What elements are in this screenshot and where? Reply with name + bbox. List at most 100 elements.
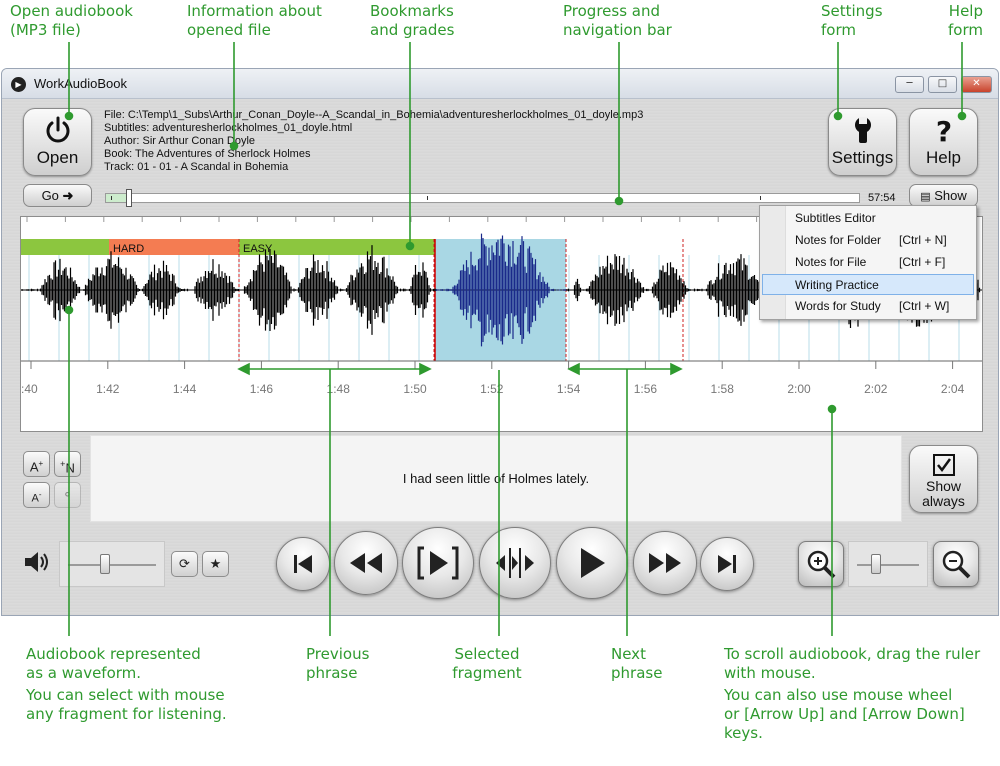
track: Track: 01 - 01 - A Scandal in Bohemia	[104, 161, 289, 173]
settings-button[interactable]: Settings	[828, 108, 897, 176]
tag-icon: ⚬	[62, 487, 73, 502]
play-button[interactable]	[556, 527, 628, 599]
fast-forward-icon	[649, 553, 681, 573]
annotation-line: Information about	[187, 2, 322, 20]
menu-item-subtitles-editor[interactable]: Subtitles Editor	[762, 208, 974, 229]
repeat-button[interactable]: ⟳	[171, 551, 198, 577]
add-note-button[interactable]: +N	[54, 451, 81, 477]
show-always-label-1: Show	[925, 478, 962, 494]
annotation-line: Next	[611, 645, 646, 663]
monitor-icon: ▤	[920, 191, 931, 203]
menu-item-words-study[interactable]: Words for Study [Ctrl + W]	[762, 296, 974, 317]
annotation-selected: Selected fragment	[447, 645, 527, 683]
annotation-line: (MP3 file)	[10, 21, 81, 39]
volume-slider[interactable]	[59, 541, 165, 587]
star-icon: ★	[209, 556, 222, 571]
favorite-button[interactable]: ★	[202, 551, 229, 577]
subtitle-text: I had seen little of Holmes lately.	[402, 471, 590, 486]
annotation-line: navigation bar	[563, 21, 672, 39]
skip-start-icon	[294, 555, 312, 573]
annotation-line: Previous	[306, 645, 370, 663]
add-note-label: N	[65, 460, 75, 476]
ruler-label: 2:02	[864, 382, 888, 396]
go-start-button[interactable]	[276, 537, 330, 591]
menu-item-label: Words for Study	[795, 299, 881, 313]
ruler-label: :40	[21, 382, 38, 396]
go-button[interactable]: Go ➜	[23, 184, 92, 207]
annotation-progress: Progress and navigation bar	[563, 2, 672, 40]
book: Book: The Adventures of Sherlock Holmes	[104, 148, 311, 160]
zoom-out-button[interactable]	[933, 541, 979, 587]
app-icon: ▶	[11, 77, 26, 92]
font-increase-label: A	[29, 459, 39, 475]
zoom-slider[interactable]	[848, 541, 928, 587]
menu-item-notes-folder[interactable]: Notes for Folder [Ctrl + N]	[762, 230, 974, 251]
wrench-icon	[854, 117, 871, 143]
menu-item-label: Notes for File	[795, 255, 867, 269]
zoom-in-icon	[807, 550, 836, 579]
minimize-button[interactable]: ─	[895, 76, 924, 93]
zoom-in-button[interactable]	[798, 541, 844, 587]
help-label: Help	[926, 148, 961, 167]
ruler-label: 1:50	[403, 382, 427, 396]
progress-bar[interactable]	[105, 189, 860, 207]
menu-item-writing-practice[interactable]: Writing Practice	[762, 274, 974, 295]
file-path: File: C:\Temp\1_Subs\Arthur_Conan_Doyle-…	[104, 109, 644, 121]
progress-handle[interactable]	[126, 189, 132, 207]
window-title: WorkAudioBook	[34, 76, 127, 91]
show-button[interactable]: ▤ Show	[909, 184, 978, 207]
ruler-label: 2:00	[787, 382, 811, 396]
annotation-next: Next phrase	[611, 645, 662, 683]
progress-bookmark-tick	[111, 196, 112, 200]
settings-label: Settings	[831, 148, 894, 167]
plus-icon: +	[38, 459, 44, 468]
open-button[interactable]: Open	[23, 108, 92, 176]
grade-label: EASY	[243, 243, 273, 255]
show-always-label-2: always	[922, 493, 965, 509]
annotation-help: Help form	[948, 2, 983, 40]
font-decrease-button[interactable]: A-	[23, 482, 50, 508]
show-label: Show	[934, 188, 967, 203]
menu-item-label: Writing Practice	[795, 278, 879, 292]
annotation-waveform: Audiobook represented as a waveform. You…	[26, 645, 227, 724]
annotation-line: fragment	[452, 664, 522, 682]
annotation-line: You can select with mouse	[26, 686, 225, 704]
annotation-line: Help	[948, 2, 983, 20]
speaker-icon[interactable]	[22, 547, 52, 577]
annotation-line: and grades	[370, 21, 455, 39]
zoom-thumb[interactable]	[870, 554, 881, 574]
menu-item-shortcut: [Ctrl + N]	[899, 233, 947, 247]
annotation-line: with mouse.	[724, 664, 816, 682]
annotation-line: phrase	[611, 664, 663, 682]
zoom-out-icon	[942, 550, 971, 579]
close-button[interactable]: ✕	[961, 76, 992, 93]
skip-end-icon	[718, 555, 736, 573]
progress-bookmark-tick	[760, 196, 761, 200]
replay-phrase-icon	[417, 546, 459, 580]
file-info: File: C:\Temp\1_Subs\Arthur_Conan_Doyle-…	[104, 109, 643, 174]
menu-item-shortcut: [Ctrl + W]	[899, 299, 950, 313]
help-button[interactable]: ? Help	[909, 108, 978, 176]
next-phrase-button[interactable]	[633, 531, 697, 595]
ruler-label: 2:04	[941, 382, 965, 396]
volume-thumb[interactable]	[100, 554, 110, 574]
menu-item-notes-file[interactable]: Notes for File [Ctrl + F]	[762, 252, 974, 273]
ruler-label: 1:56	[634, 382, 658, 396]
annotation-line: form	[948, 21, 983, 39]
annotation-line: Audiobook represented	[26, 645, 201, 663]
go-end-button[interactable]	[700, 537, 754, 591]
annotation-line: Open audiobook	[10, 2, 133, 20]
time-ruler	[21, 361, 982, 431]
tag-button[interactable]: ⚬	[54, 482, 81, 508]
previous-phrase-button[interactable]	[334, 531, 398, 595]
annotation-bookmarks: Bookmarks and grades	[370, 2, 454, 40]
play-selection-icon	[496, 548, 534, 578]
show-always-button[interactable]: Show always	[909, 445, 978, 513]
go-arrow-icon: ➜	[62, 188, 74, 203]
repeat-phrase-button[interactable]	[402, 527, 474, 599]
maximize-button[interactable]: □	[928, 76, 957, 93]
author: Author: Sir Arthur Conan Doyle	[104, 135, 256, 147]
font-increase-button[interactable]: A+	[23, 451, 50, 477]
play-selection-button[interactable]	[479, 527, 551, 599]
annotation-line: as a waveform.	[26, 664, 142, 682]
